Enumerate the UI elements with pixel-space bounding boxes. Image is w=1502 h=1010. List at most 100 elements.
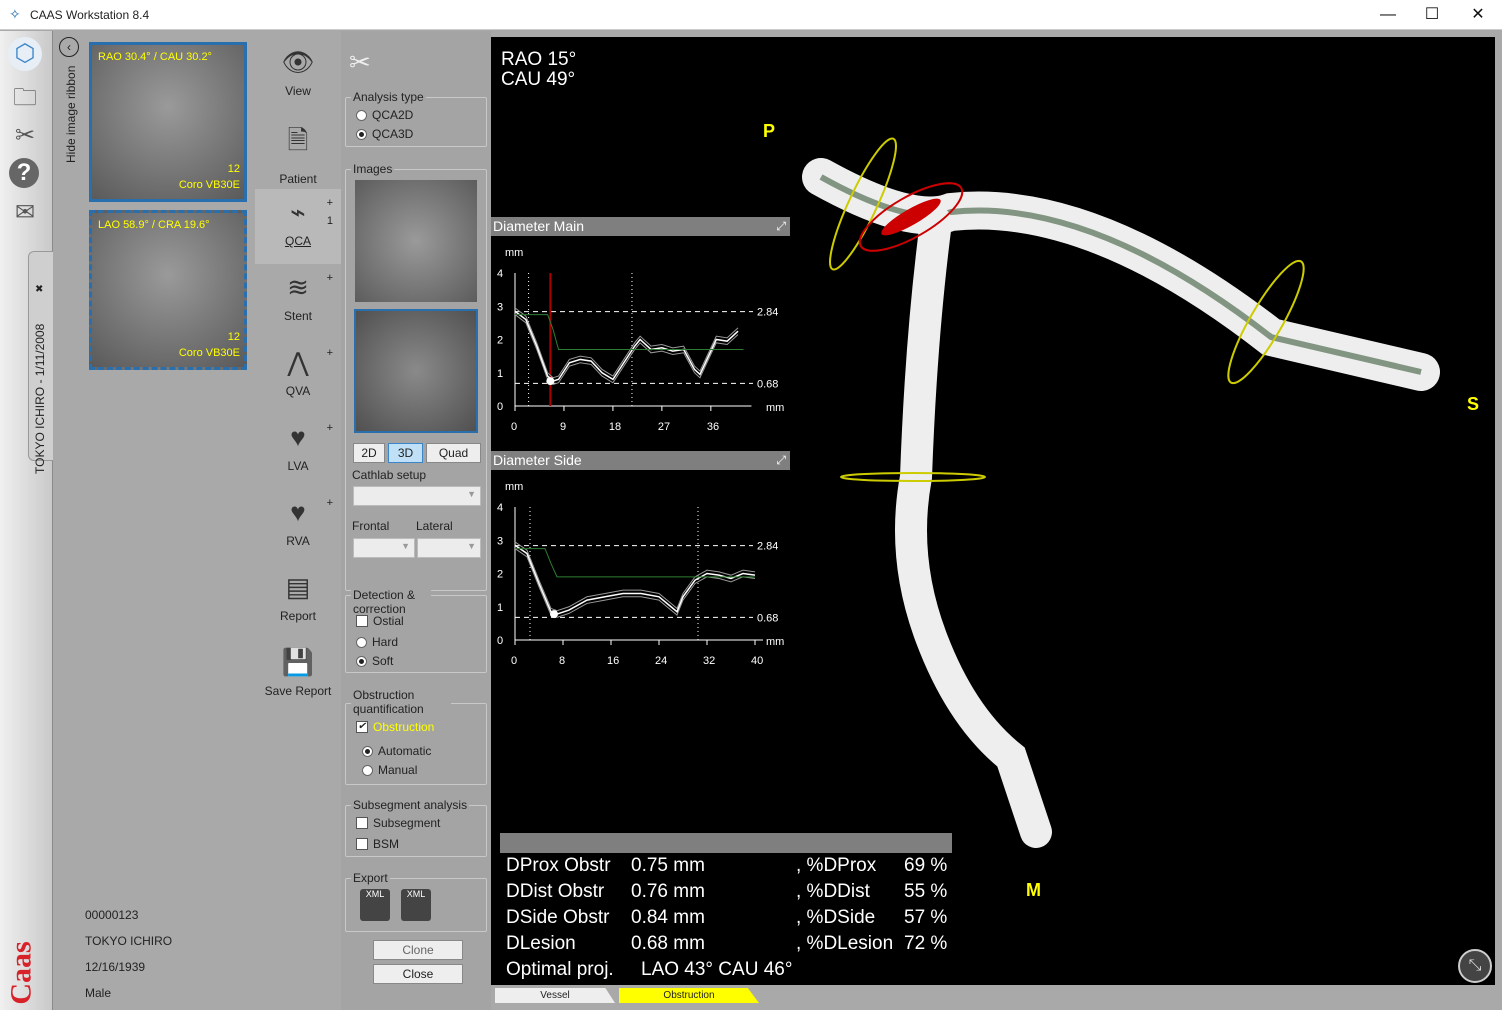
view-3d-button[interactable]: 3D [388,443,423,463]
detection-group: Detection & correction Ostial Hard Soft [345,588,487,673]
image-preview-2[interactable] [354,309,478,433]
y-tick-label: 2 [497,335,503,347]
diameter-side-header: Diameter Side ⤢ [491,451,790,470]
tool-patient[interactable]: 🗎 Patient [255,114,341,189]
x-tick-label: 32 [703,655,715,667]
help-icon[interactable]: ? [9,158,39,188]
export-group: Export XML XML [345,871,487,932]
left-strip: ⬡ 🗀 ✂ ? ✉ ✖ TOKYO ICHIRO - 1/11/2008 Caa… [0,31,53,1010]
checkbox-obstruction[interactable]: ✔ Obstruction [356,720,434,734]
tool-view[interactable]: 👁 View [255,39,341,114]
add-icon[interactable]: + [327,347,333,359]
y-tick-label: 4 [497,268,503,280]
eye-icon: 👁 [281,47,315,77]
group-title: Analysis type [351,90,426,104]
y-tick-label: 0 [497,401,503,413]
lateral-select[interactable]: ▼ [417,538,481,558]
thumbnail-1[interactable]: RAO 30.4° / CAU 30.2° 12 Coro VB30E [89,42,247,202]
cathlab-label: Cathlab setup [352,468,427,482]
add-icon[interactable]: + [327,422,333,434]
patient-tab-label: TOKYO ICHIRO - 1/11/2008 [33,323,47,474]
close-button[interactable]: ✕ [1458,4,1498,26]
result-percent-label: , %DSide [796,907,876,928]
tool-label: RVA [286,534,310,548]
add-icon[interactable]: + [327,497,333,509]
tab-obstruction[interactable]: Obstruction [619,988,759,1003]
thumbnail-2[interactable]: LAO 58.9° / CRA 19.6° 12 Coro VB30E [89,210,247,370]
orientation-m: M [1026,880,1041,900]
patient-name: TOKYO ICHIRO [85,934,173,948]
diameter-side-chart[interactable]: mmmm012340 8 16 24 32 402.840.68 [491,470,790,682]
x-tick-label: 36 [707,421,719,433]
expand-chart-icon[interactable]: ⤢ [776,217,786,236]
patient-sex: Male [85,986,112,1000]
subsegment-group: Subsegment analysis Subsegment BSM [345,798,487,857]
result-label: DProx Obstr [506,855,611,876]
radio-automatic[interactable]: Automatic [362,744,431,758]
patient-tab[interactable]: ✖ TOKYO ICHIRO - 1/11/2008 [28,251,53,474]
tool-report[interactable]: ▤ Report [255,564,341,639]
mail-icon[interactable]: ✉ [8,196,42,230]
radio-qca3d[interactable]: QCA3D [356,127,413,141]
images-group: Images 2D 3D Quad Cathlab setup ▼ Fronta… [345,162,487,591]
maximize-button[interactable]: ☐ [1412,4,1452,26]
x-axis-unit: mm [766,402,784,414]
radio-manual[interactable]: Manual [362,763,417,777]
minimize-button[interactable]: — [1368,4,1408,26]
tab-vessel[interactable]: Vessel [495,988,615,1003]
expand-chart-icon[interactable]: ⤢ [776,451,786,470]
hide-ribbon-label[interactable]: Hide image ribbon [64,53,78,163]
3d-viewer[interactable]: RAO 15° CAU 49° P S M ⤡ Diameter Main ⤢ m… [491,37,1495,985]
tool-column: 👁 View 🗎 Patient ⌁ QCA +1 ≋ Stent + ⋀ QVA + ♥ LVA + ♥ RVA… [255,31,341,1010]
checkbox-bsm[interactable]: BSM [356,837,399,851]
reference-label: 0.68 [757,612,778,624]
cathlab-select[interactable]: ▼ [353,486,481,506]
orientation-p: P [763,121,776,141]
tool-rva[interactable]: ♥ RVA + [255,489,341,564]
diameter-line [514,544,756,615]
xml-edit-icon[interactable]: XML [401,889,431,921]
y-tick-label: 0 [497,635,503,647]
tool-qca[interactable]: ⌁ QCA +1 [255,189,341,264]
checkbox-label: Ostial [373,614,404,628]
xml-save-icon[interactable]: XML [360,889,390,921]
tools-icon[interactable]: ✂ [8,119,42,153]
tool-qva[interactable]: ⋀ QVA + [255,339,341,414]
add-icon[interactable]: + [327,197,333,209]
chart-title: Diameter Side [493,452,582,468]
app-logo-icon[interactable]: ⬡ [8,37,42,71]
thumbnail-frame: 12 [227,163,240,175]
view-2d-button[interactable]: 2D [353,443,385,463]
result-percent-label: , %DDist [796,881,870,902]
radio-qca2d[interactable]: QCA2D [356,108,413,122]
reference-line [515,314,744,350]
clone-button[interactable]: Clone [373,940,463,960]
checkbox-ostial[interactable]: Ostial [356,614,404,628]
group-title: Detection & correction [351,588,431,616]
settings-tools-icon[interactable]: ✂ [349,47,371,78]
close-analysis-button[interactable]: Close [373,964,463,984]
y-tick-label: 2 [497,569,503,581]
patient-icon: 🗎 [287,125,309,155]
view-quad-button[interactable]: Quad [426,443,481,463]
patient-dob: 12/16/1939 [85,960,146,974]
add-icon[interactable]: + [327,272,333,284]
folder-icon[interactable]: 🗀 [8,81,42,115]
radio-soft[interactable]: Soft [356,654,393,668]
y-tick-label: 1 [497,602,503,614]
result-value: 0.76 mm [631,881,705,902]
result-percent-value: 72 % [904,933,948,954]
reference-label: 2.84 [757,541,778,553]
fullscreen-toggle-icon[interactable]: ⤡ [1458,949,1492,983]
image-preview-1[interactable] [355,180,477,302]
y-axis-unit: mm [505,247,523,259]
radio-hard[interactable]: Hard [356,635,398,649]
checkbox-subsegment[interactable]: Subsegment [356,816,440,830]
tool-save-report[interactable]: 💾 Save Report [255,639,341,714]
diameter-main-chart[interactable]: mm mm 0 1 2 3 4 0 9 18 27 36 2.84 0.68 [491,236,790,448]
thumbnail-angle: RAO 30.4° / CAU 30.2° [98,51,212,63]
frontal-select[interactable]: ▼ [353,538,415,558]
tool-lva[interactable]: ♥ LVA + [255,414,341,489]
tool-stent[interactable]: ≋ Stent + [255,264,341,339]
image-ribbon: ‹ Hide image ribbon RAO 30.4° / CAU 30.2… [53,31,255,1010]
